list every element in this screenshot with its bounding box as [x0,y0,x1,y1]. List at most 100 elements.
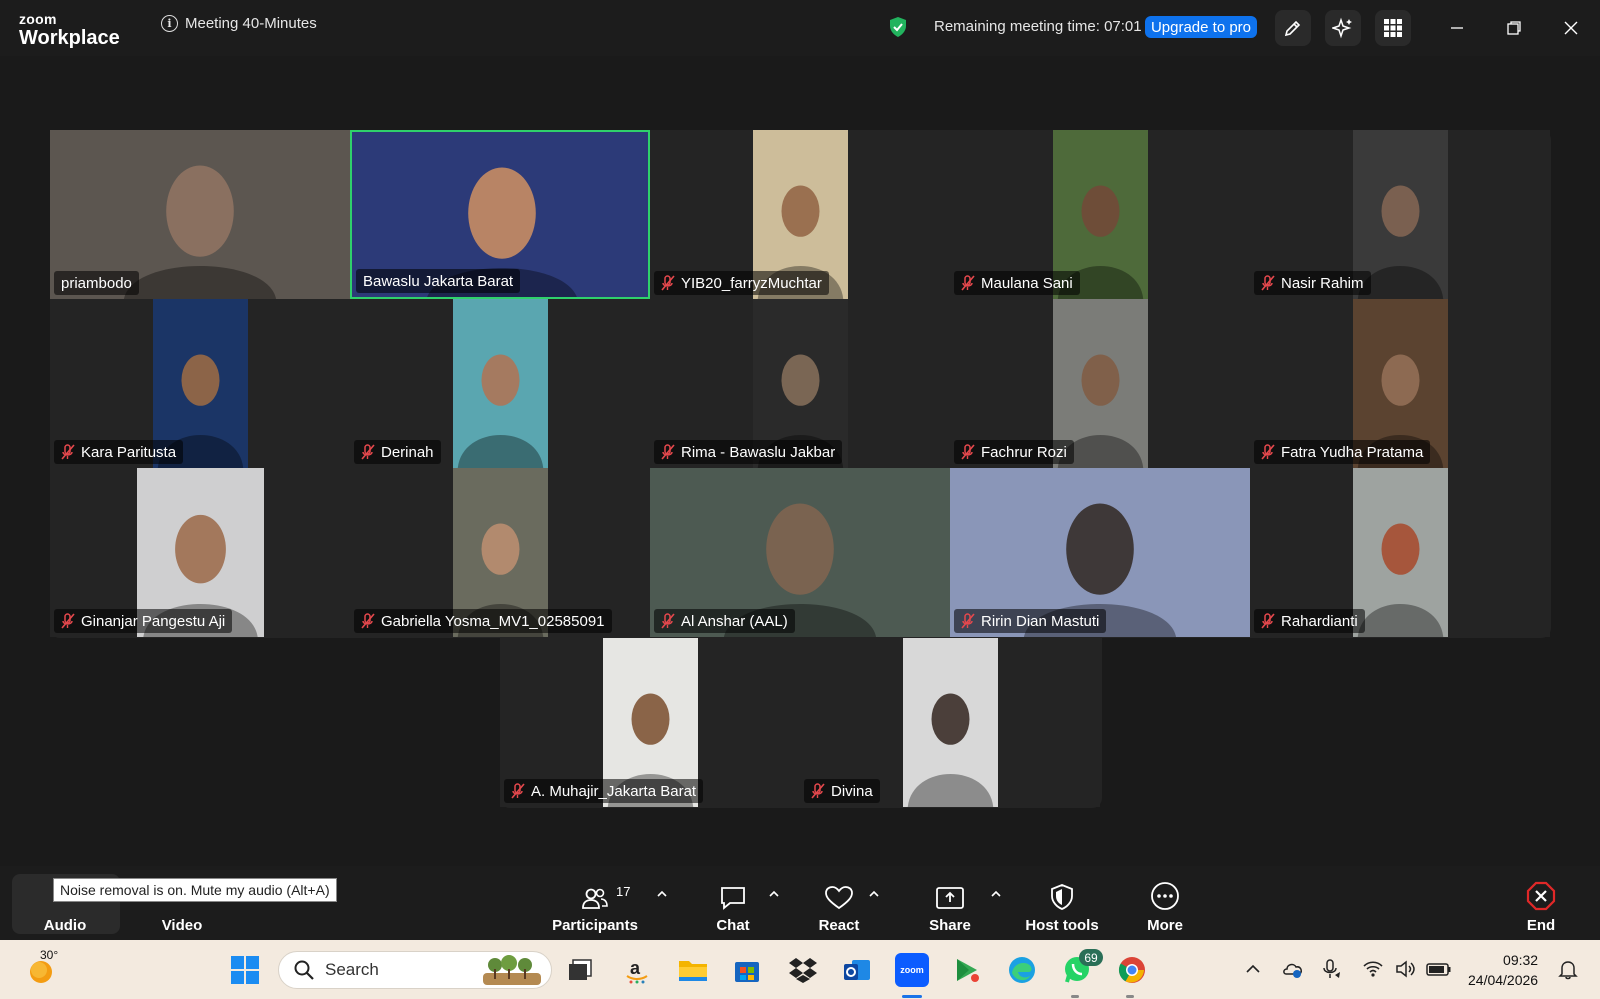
mic-muted-icon [961,613,975,629]
wifi-icon[interactable] [1362,958,1384,980]
clock-date: 24/04/2026 [1468,972,1539,988]
participant-tile[interactable]: Gabriella Yosma_MV1_02585091 [350,468,650,637]
more-button[interactable]: More [1145,874,1185,934]
windows-start-button[interactable] [228,953,262,987]
task-view-button[interactable] [563,953,597,987]
restore-button[interactable] [1500,14,1528,42]
zoom-app-button[interactable]: zoom [895,953,929,987]
participant-tile[interactable]: A. Muhajir_Jakarta Barat [500,638,800,807]
microsoft-store-button[interactable] [730,953,764,987]
participant-tile[interactable]: Ginanjar Pangestu Aji [50,468,350,637]
battery-icon[interactable] [1426,958,1452,980]
participant-tile[interactable]: YIB20_farryzMuchtar [650,130,950,299]
amazon-app-button[interactable]: a [620,953,654,987]
participant-name-tag: Derinah [354,440,441,464]
dropbox-button[interactable] [786,953,820,987]
taskbar-clock[interactable]: 09:32 24/04/2026 [1468,950,1538,990]
mic-muted-icon [961,444,975,460]
chat-button[interactable]: Chat [713,874,753,934]
end-label: End [1526,917,1556,934]
ai-companion-button[interactable] [1325,10,1361,46]
chat-icon [721,887,745,910]
participant-tile[interactable]: Maulana Sani [950,130,1250,299]
participant-tile[interactable]: Fatra Yudha Pratama [1250,299,1550,468]
participant-video [1352,468,1448,637]
host-tools-button[interactable]: Host tools [1024,874,1100,934]
onedrive-cloud-icon[interactable] [1282,958,1304,980]
taskbar-search[interactable]: Search [278,951,552,989]
participant-name: Kara Paritusta [81,443,177,461]
participant-name: Fachrur Rozi [981,443,1067,461]
mic-muted-icon [661,613,675,629]
participant-name-tag: priambodo [54,271,139,295]
apps-button[interactable] [1375,10,1411,46]
participant-name-tag: Maulana Sani [954,271,1080,295]
participant-tile[interactable]: Derinah [350,299,650,468]
edge-icon [1009,957,1035,983]
participants-button[interactable]: Participants [552,874,638,934]
heart-icon [825,886,853,910]
outlook-button[interactable] [840,953,874,987]
edge-button[interactable] [1005,953,1039,987]
microphone-in-use-icon[interactable] [1320,958,1342,980]
host-tools-label: Host tools [1025,917,1099,934]
audio-tooltip: Noise removal is on. Mute my audio (Alt+… [53,878,337,902]
search-highlight-icon [483,955,541,985]
volume-icon[interactable] [1394,958,1416,980]
windows-taskbar: 30° Search a zoom 09:32 24/04/2026 [0,940,1600,999]
annotate-button[interactable] [1275,10,1311,46]
security-shield-icon[interactable] [888,16,908,38]
participant-tile[interactable]: Nasir Rahim [1250,130,1550,299]
minimize-button[interactable] [1443,14,1471,42]
upgrade-to-pro-button[interactable]: Upgrade to pro [1145,16,1257,38]
chrome-button[interactable] [1115,953,1149,987]
mic-muted-icon [961,275,975,291]
weather-temperature: 30° [40,948,59,962]
meeting-info-button[interactable]: i Meeting 40-Minutes [161,15,317,32]
participant-name-tag: YIB20_farryzMuchtar [654,271,829,295]
minimize-icon [1451,27,1463,29]
end-x-icon [1526,881,1556,911]
participant-tile[interactable]: Ririn Dian Mastuti [950,468,1250,637]
search-icon [294,960,314,980]
whatsapp-unread-badge: 69 [1079,949,1103,966]
react-options-chevron-icon[interactable] [868,888,880,900]
show-hidden-icons-chevron-icon[interactable] [1242,958,1264,980]
notification-bell-icon[interactable] [1557,958,1579,980]
participant-name-tag: Ririn Dian Mastuti [954,609,1107,633]
participant-tile[interactable]: Rima - Bawaslu Jakbar [650,299,950,468]
info-icon: i [161,15,178,32]
share-options-chevron-icon[interactable] [990,888,1002,900]
react-button[interactable]: React [816,874,862,934]
participant-video [902,638,998,807]
logo-top: zoom [19,11,57,27]
close-button[interactable] [1557,14,1585,42]
participant-name-tag: Gabriella Yosma_MV1_02585091 [354,609,612,633]
participant-tile[interactable]: Fachrur Rozi [950,299,1250,468]
participant-tile[interactable]: priambodo [50,130,350,299]
participant-tile[interactable]: Bawaslu Jakarta Barat [350,130,650,299]
participant-name-tag: Fatra Yudha Pratama [1254,440,1431,464]
file-explorer-button[interactable] [676,953,710,987]
chat-options-chevron-icon[interactable] [768,888,780,900]
participant-tile[interactable]: Kara Paritusta [50,299,350,468]
mic-muted-icon [361,613,375,629]
store-icon [735,962,759,982]
participant-tile[interactable]: Al Anshar (AAL) [650,468,950,637]
participant-name-tag: A. Muhajir_Jakarta Barat [504,779,704,803]
outlook-icon [844,960,870,980]
participants-options-chevron-icon[interactable] [656,888,668,900]
dropbox-icon [789,958,817,983]
share-button[interactable]: Share [926,874,974,934]
google-play-games-button[interactable] [950,953,984,987]
participant-name: YIB20_farryzMuchtar [681,274,822,292]
end-meeting-button[interactable]: End [1510,874,1572,934]
amazon-icon: a [626,958,648,984]
participant-tile[interactable]: Rahardianti [1250,468,1550,637]
participant-tile[interactable]: Divina [800,638,1100,807]
participant-name: Nasir Rahim [1281,274,1364,292]
participant-name: priambodo [61,274,132,292]
react-label: React [818,917,860,934]
participant-name: A. Muhajir_Jakarta Barat [531,782,697,800]
participant-silhouette [457,354,543,468]
